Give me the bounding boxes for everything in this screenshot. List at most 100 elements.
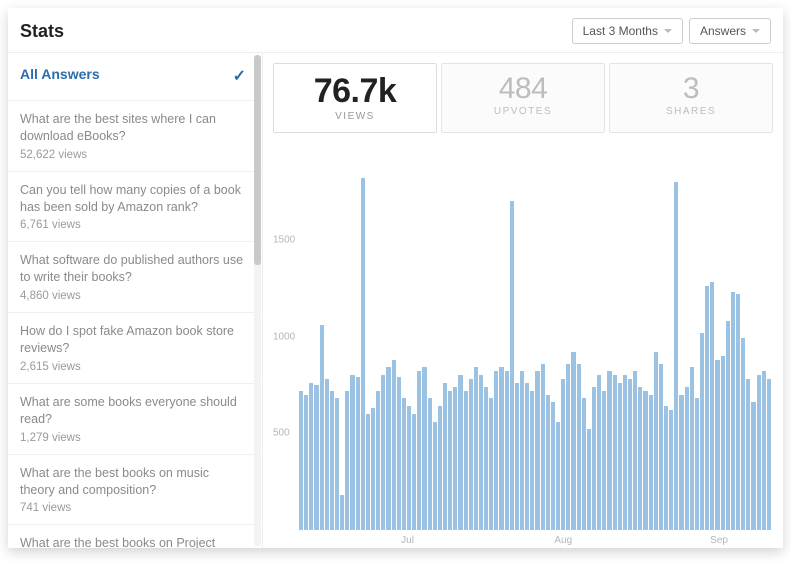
chart-bar (376, 391, 380, 530)
chart-bar (397, 377, 401, 530)
sidebar-item[interactable]: What are some books everyone should read… (8, 384, 262, 455)
chart-bar (577, 364, 581, 530)
y-tick: 1500 (273, 234, 295, 245)
chart-bar (453, 387, 457, 530)
sidebar-item[interactable]: What are the best books on music theory … (8, 455, 262, 526)
chart-bar (438, 406, 442, 530)
stat-card-upvotes[interactable]: 484 UPVOTES (441, 63, 605, 133)
chart-bar (690, 367, 694, 530)
chart-bar (546, 395, 550, 530)
chart-bar (556, 422, 560, 530)
chart-bar (685, 387, 689, 530)
chart-bar (350, 375, 354, 530)
sidebar: All Answers✓ What are the best sites wher… (8, 53, 263, 548)
chart-bar (628, 379, 632, 530)
stat-card-views[interactable]: 76.7k VIEWS (273, 63, 437, 133)
chart-bar (767, 379, 771, 530)
chart-bar (422, 367, 426, 530)
chart-bar (638, 387, 642, 530)
chevron-down-icon (752, 29, 760, 33)
chart-bar (505, 371, 509, 530)
sidebar-item-question: Can you tell how many copies of a book h… (20, 182, 244, 216)
chart-bars (299, 143, 771, 530)
chart-bar (484, 387, 488, 530)
sidebar-item-question: What are the best sites where I can down… (20, 111, 244, 145)
chart-bar (746, 379, 750, 530)
chevron-down-icon (664, 29, 672, 33)
stats-panel: Stats Last 3 Months Answers All Answers✓… (8, 8, 783, 548)
chart-bar (592, 387, 596, 530)
chart-bar (751, 402, 755, 530)
stat-card-shares[interactable]: 3 SHARES (609, 63, 773, 133)
chart-bar (366, 414, 370, 530)
chart-bar (371, 408, 375, 530)
chart-bar (741, 338, 745, 530)
stat-value: 3 (614, 72, 768, 106)
chart-bar (345, 391, 349, 530)
scrollbar[interactable] (254, 55, 261, 546)
sidebar-item[interactable]: Can you tell how many copies of a book h… (8, 172, 262, 243)
chart-bar (664, 406, 668, 530)
chart-bar (659, 364, 663, 530)
chart-bar (494, 371, 498, 530)
chart-bar (715, 360, 719, 530)
chart-bar (299, 391, 303, 530)
chart-bar (392, 360, 396, 530)
sidebar-item-views: 4,860 views (20, 290, 244, 302)
chart-bar (356, 377, 360, 530)
sidebar-item[interactable]: What are the best sites where I can down… (8, 101, 262, 172)
sidebar-item-views: 52,622 views (20, 149, 244, 161)
sidebar-item-question: What software do published authors use t… (20, 252, 244, 286)
chart-bar (582, 398, 586, 530)
main: 76.7k VIEWS 484 UPVOTES 3 SHARES 5001000… (263, 53, 783, 548)
chart-bar (469, 379, 473, 530)
chart-bar (525, 383, 529, 530)
chart-bar (499, 367, 503, 530)
chart-bar (304, 395, 308, 530)
stat-label: VIEWS (278, 111, 432, 122)
chart-bar (535, 371, 539, 530)
chart-bar (561, 379, 565, 530)
chart-bar (428, 398, 432, 530)
y-tick: 1000 (273, 331, 295, 342)
chart-bar (587, 429, 591, 530)
chart-bar (757, 375, 761, 530)
stat-value: 484 (446, 72, 600, 106)
chart-bar (551, 402, 555, 530)
x-tick: Sep (710, 535, 728, 546)
chart-bar (695, 398, 699, 530)
chart-bar (736, 294, 740, 530)
stat-value: 76.7k (278, 72, 432, 111)
chart-bar (597, 375, 601, 530)
sidebar-item-views: 6,761 views (20, 219, 244, 231)
sidebar-item-question: What are some books everyone should read… (20, 394, 244, 428)
sidebar-item[interactable]: How do I spot fake Amazon book store rev… (8, 313, 262, 384)
chart-bar (407, 406, 411, 530)
scrollbar-thumb[interactable] (254, 55, 261, 265)
chart-bar (335, 398, 339, 530)
sidebar-item-all[interactable]: All Answers✓ (8, 53, 262, 101)
chart-bar (762, 371, 766, 530)
header-controls: Last 3 Months Answers (572, 18, 771, 44)
stat-label: SHARES (614, 106, 768, 117)
sidebar-item[interactable]: What are the best books on Project Manag… (8, 525, 262, 548)
range-dropdown[interactable]: Last 3 Months (572, 18, 683, 44)
chart: 50010001500JulAugSep (273, 139, 773, 548)
chart-bar (412, 414, 416, 530)
type-dropdown[interactable]: Answers (689, 18, 771, 44)
chart-bar (669, 410, 673, 530)
sidebar-item-label: All Answers (20, 65, 100, 84)
chart-bar (361, 178, 365, 530)
chart-bar (541, 364, 545, 530)
chart-bar (330, 391, 334, 530)
sidebar-item[interactable]: What software do published authors use t… (8, 242, 262, 313)
chart-bar (679, 395, 683, 530)
chart-bar (643, 391, 647, 530)
header: Stats Last 3 Months Answers (8, 8, 783, 52)
chart-bar (530, 391, 534, 530)
chart-bar (607, 371, 611, 530)
x-tick: Jul (401, 535, 414, 546)
stat-label: UPVOTES (446, 106, 600, 117)
chart-bar (474, 367, 478, 530)
chart-bar (674, 182, 678, 530)
